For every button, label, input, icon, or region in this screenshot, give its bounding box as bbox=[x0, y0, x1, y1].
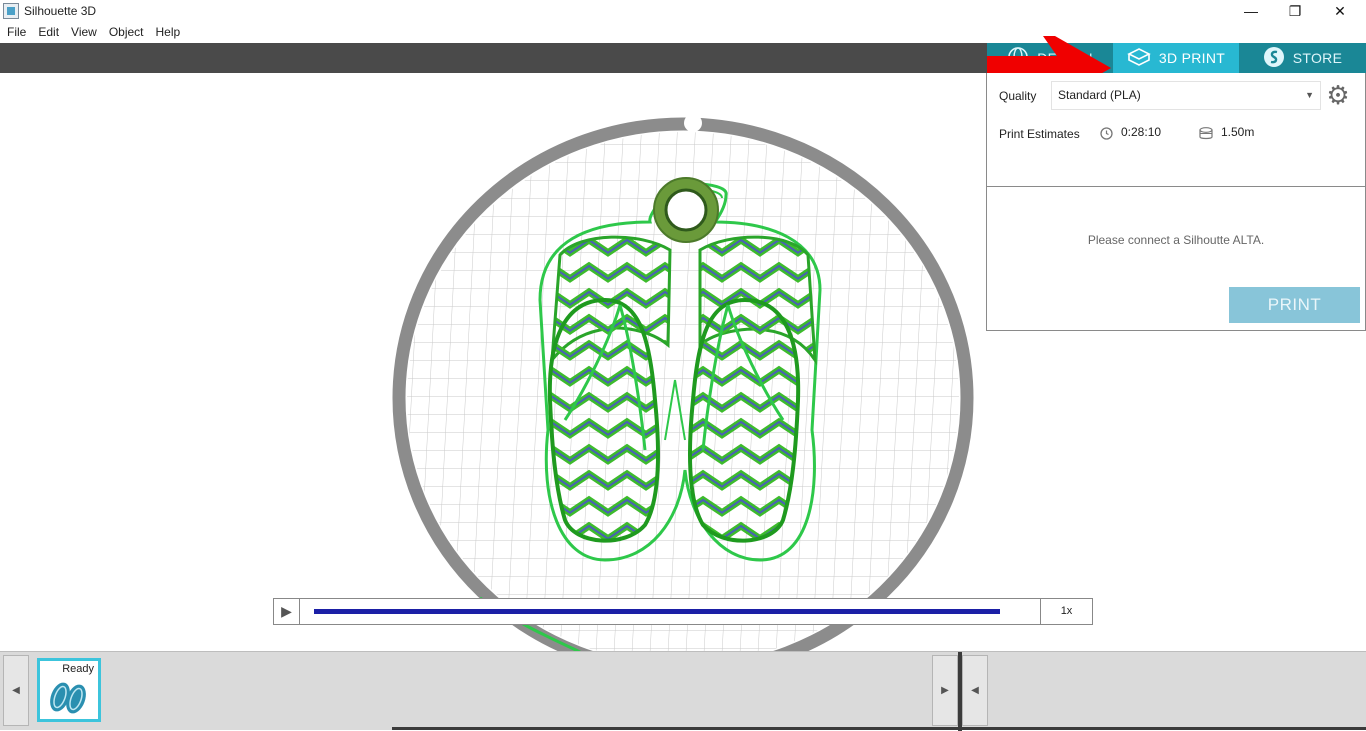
title-bar: Silhouette 3D — ❐ ✕ bbox=[0, 0, 1366, 23]
flipflop-thumbnail-icon bbox=[50, 682, 86, 714]
layer-playback-bar: ▶ 1x bbox=[273, 598, 1093, 625]
restore-button[interactable]: ❐ bbox=[1272, 0, 1318, 22]
close-button[interactable]: ✕ bbox=[1317, 0, 1363, 22]
print-settings-panel: Quality Standard (PLA) ▼ ⚙ Print Estimat… bbox=[986, 73, 1366, 331]
quality-label: Quality bbox=[999, 89, 1037, 103]
minimize-button[interactable]: — bbox=[1228, 0, 1274, 22]
filament-spool-icon bbox=[1198, 127, 1214, 143]
quality-select[interactable]: Standard (PLA) ▼ bbox=[1051, 81, 1321, 110]
print-button[interactable]: PRINT bbox=[1229, 287, 1360, 323]
dropdown-arrow-icon: ▼ bbox=[1305, 90, 1314, 100]
job-tray: ◀ Ready ▶ ◀ bbox=[0, 651, 1366, 731]
clock-icon bbox=[1100, 127, 1113, 143]
filament-estimate: 1.50m bbox=[1221, 125, 1255, 139]
tray-secondary-scroll-left-button[interactable]: ◀ bbox=[962, 655, 988, 726]
chevron-right-icon: ▶ bbox=[941, 685, 949, 696]
menu-edit[interactable]: Edit bbox=[38, 23, 59, 43]
panel-divider bbox=[987, 186, 1365, 187]
window-title: Silhouette 3D bbox=[24, 4, 97, 18]
print-estimates-label: Print Estimates bbox=[999, 127, 1080, 141]
quality-value: Standard (PLA) bbox=[1058, 88, 1141, 102]
playback-speed[interactable]: 1x bbox=[1040, 599, 1092, 624]
tray-scroll-right-button[interactable]: ▶ bbox=[932, 655, 958, 726]
gear-icon[interactable]: ⚙ bbox=[1324, 81, 1352, 109]
tab-store[interactable]: STORE bbox=[1239, 43, 1366, 73]
layer-progress-slider[interactable] bbox=[314, 609, 1000, 614]
menu-bar: File Edit View Object Help bbox=[0, 23, 1366, 43]
tray-scroll-left-button[interactable]: ◀ bbox=[3, 655, 29, 726]
tab-store-label: STORE bbox=[1292, 50, 1343, 66]
connect-device-message: Please connect a Silhoutte ALTA. bbox=[1087, 233, 1265, 247]
play-icon: ▶ bbox=[281, 603, 292, 619]
menu-view[interactable]: View bbox=[71, 23, 97, 43]
app-icon bbox=[3, 3, 19, 19]
time-estimate: 0:28:10 bbox=[1121, 125, 1162, 139]
menu-object[interactable]: Object bbox=[109, 23, 144, 43]
menu-file[interactable]: File bbox=[7, 23, 26, 43]
silhouette-s-icon bbox=[1263, 46, 1285, 71]
tab-3d-print-label: 3D PRINT bbox=[1158, 50, 1226, 66]
chevron-left-icon: ◀ bbox=[12, 685, 20, 696]
menu-help[interactable]: Help bbox=[156, 23, 181, 43]
job-thumbnail[interactable]: Ready bbox=[37, 658, 101, 722]
chevron-left-icon: ◀ bbox=[971, 685, 979, 696]
play-button[interactable]: ▶ bbox=[274, 599, 300, 624]
cube-icon bbox=[1127, 47, 1151, 70]
layer-progress-fill bbox=[314, 609, 1000, 614]
tab-3d-print[interactable]: 3D PRINT bbox=[1113, 43, 1239, 73]
